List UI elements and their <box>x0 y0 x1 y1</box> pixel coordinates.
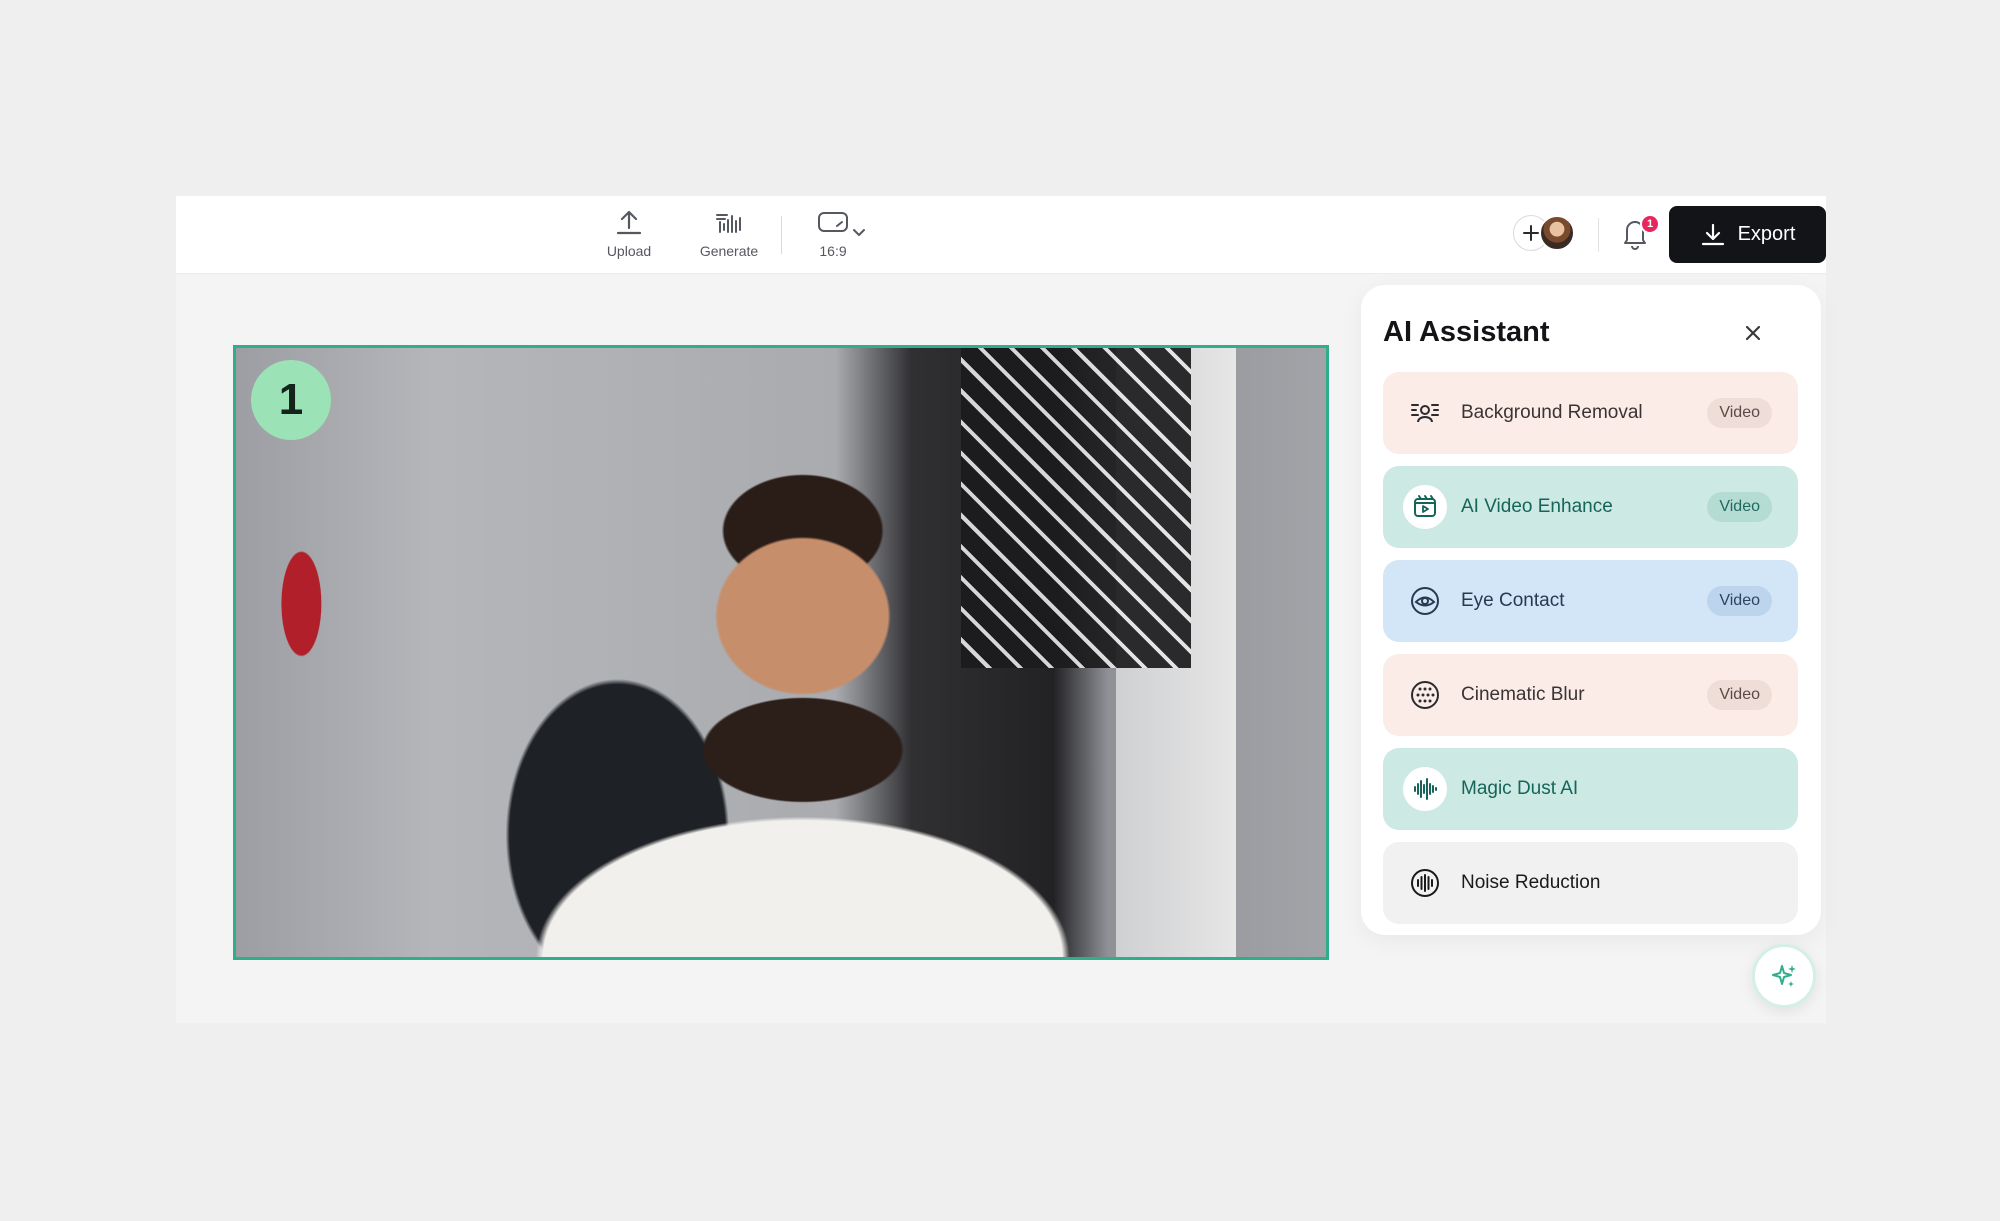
upload-icon <box>616 210 642 235</box>
video-tag: Video <box>1707 398 1772 428</box>
ai-tool-label: Magic Dust AI <box>1461 778 1579 799</box>
export-button[interactable]: Export <box>1669 206 1826 263</box>
ai-assistant-toggle-button[interactable] <box>1752 944 1816 1008</box>
audio-wave-icon <box>1403 767 1447 811</box>
video-tag: Video <box>1707 680 1772 710</box>
ai-tool-noise-reduction[interactable]: Noise Reduction <box>1383 842 1798 924</box>
upload-button[interactable]: Upload <box>596 208 662 259</box>
download-icon <box>1701 223 1724 245</box>
ai-tool-magic-dust[interactable]: Magic Dust AI <box>1383 748 1798 830</box>
video-canvas[interactable]: 1 <box>233 345 1329 960</box>
ai-tool-label: AI Video Enhance <box>1461 496 1613 517</box>
close-icon <box>1745 325 1761 341</box>
scene-number-badge: 1 <box>251 360 331 440</box>
eye-contact-icon <box>1403 579 1447 623</box>
ai-tool-video-enhance[interactable]: AI Video Enhance Video <box>1383 466 1798 548</box>
notifications-button[interactable]: 1 <box>1618 214 1660 256</box>
chevron-down-icon[interactable] <box>851 225 867 241</box>
noise-reduction-icon <box>1403 861 1447 905</box>
notification-badge: 1 <box>1640 214 1660 234</box>
aspect-ratio-button[interactable]: 16:9 <box>810 208 856 259</box>
background-removal-icon <box>1403 391 1447 435</box>
ai-tool-label: Background Removal <box>1461 402 1643 423</box>
ai-tool-eye-contact[interactable]: Eye Contact Video <box>1383 560 1798 642</box>
export-label: Export <box>1737 223 1796 245</box>
generate-label: Generate <box>699 243 759 259</box>
ai-tool-background-removal[interactable]: Background Removal Video <box>1383 372 1798 454</box>
ai-tool-label: Cinematic Blur <box>1461 684 1585 705</box>
video-enhance-icon <box>1403 485 1447 529</box>
ai-assistant-panel: AI Assistant Background Removal Video AI… <box>1361 285 1821 935</box>
editor-window: Upload Generate 16:9 1 Export 1 AI Assis… <box>176 196 1826 1023</box>
ai-tool-label: Noise Reduction <box>1461 872 1601 893</box>
video-tag: Video <box>1707 492 1772 522</box>
generate-button[interactable]: Generate <box>688 208 770 259</box>
close-button[interactable] <box>1739 319 1767 347</box>
plus-icon <box>1523 225 1539 241</box>
avatar[interactable] <box>1539 215 1575 251</box>
toolbar-divider-right <box>1598 218 1599 252</box>
collaborators[interactable] <box>1513 213 1579 253</box>
top-toolbar: Upload Generate 16:9 1 Export <box>176 196 1826 274</box>
panel-title: AI Assistant <box>1383 316 1550 348</box>
upload-label: Upload <box>606 243 652 259</box>
video-tag: Video <box>1707 586 1772 616</box>
video-frame-banner <box>961 348 1191 668</box>
ai-tool-label: Eye Contact <box>1461 590 1565 611</box>
cinematic-blur-icon <box>1403 673 1447 717</box>
ai-tool-cinematic-blur[interactable]: Cinematic Blur Video <box>1383 654 1798 736</box>
toolbar-divider <box>781 216 782 254</box>
aspect-ratio-icon <box>818 212 848 232</box>
generate-icon <box>716 214 741 233</box>
sparkle-icon <box>1772 965 1796 987</box>
aspect-ratio-label: 16:9 <box>819 243 847 259</box>
